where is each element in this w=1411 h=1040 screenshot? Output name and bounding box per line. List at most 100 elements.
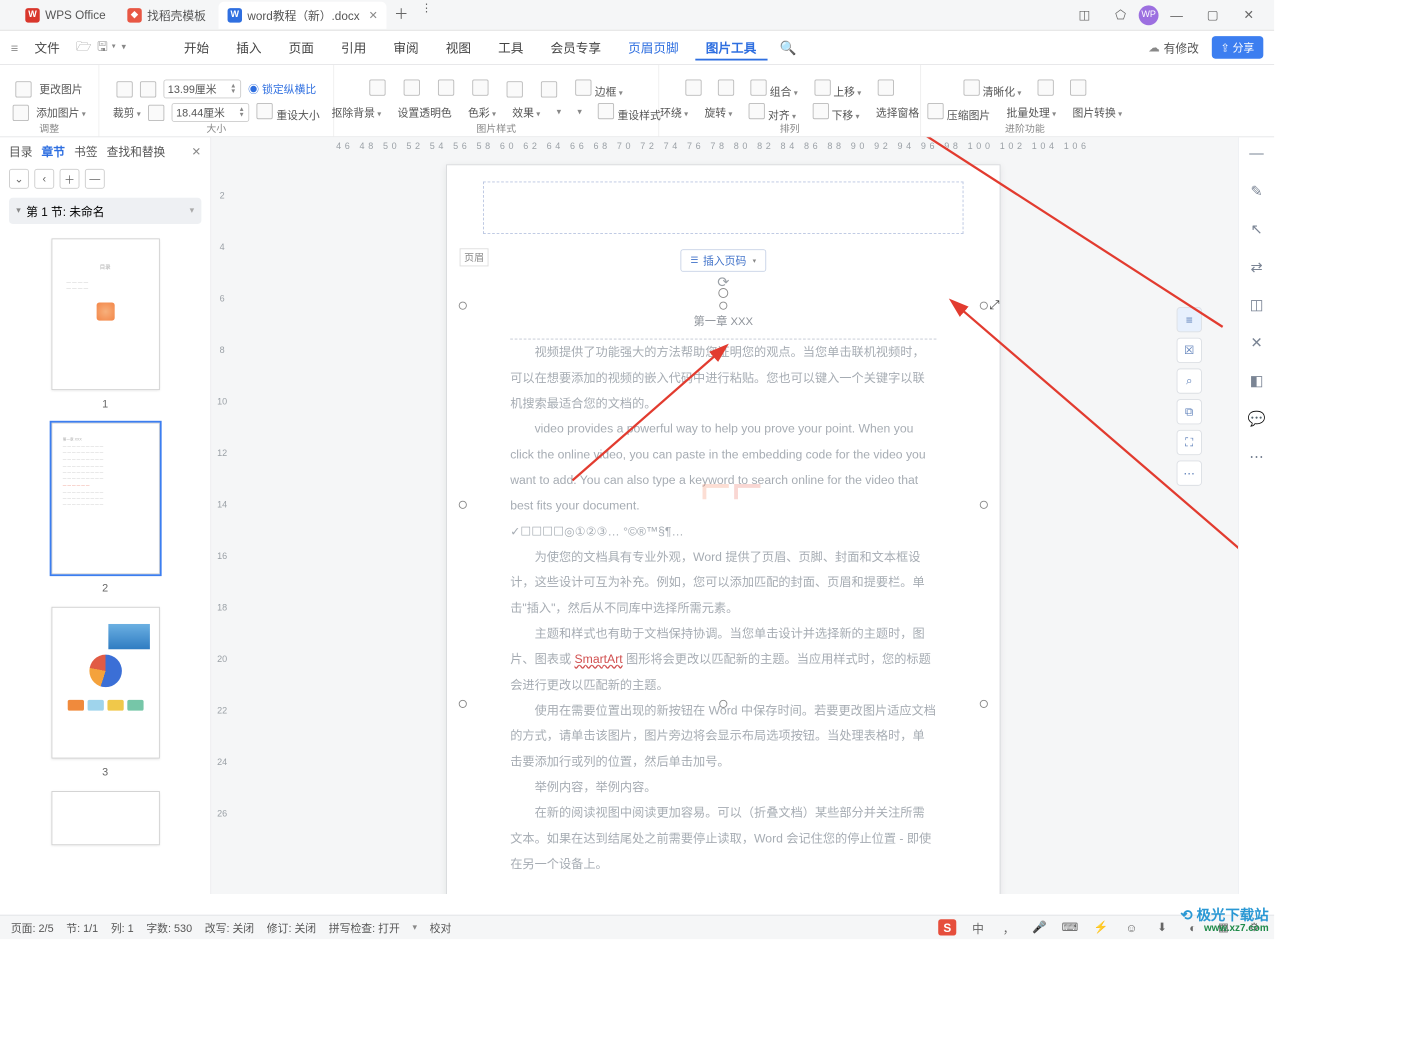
reset-size-button[interactable]: 重设大小 — [256, 102, 319, 122]
bright-dd[interactable]: ▾ — [557, 107, 562, 117]
fbtn-crop[interactable]: ☒ — [1177, 338, 1202, 363]
rs-edit-icon[interactable]: ✎ — [1250, 182, 1262, 200]
lptab-toc[interactable]: 目录 — [9, 143, 32, 160]
header-box[interactable] — [483, 182, 963, 234]
status-overwrite[interactable]: 改写: 关闭 — [205, 920, 254, 935]
open-icon[interactable]: 🗁 — [76, 37, 92, 59]
color-button[interactable] — [438, 79, 454, 98]
emoji-icon[interactable]: ☺ — [1122, 919, 1140, 935]
download-icon[interactable]: ⬇ — [1153, 919, 1171, 935]
crop-button[interactable]: 裁剪 — [113, 105, 141, 120]
wrap-button[interactable] — [685, 79, 701, 98]
handle-e[interactable] — [980, 501, 988, 509]
fbtn-layout[interactable]: ≡ — [1177, 307, 1202, 332]
lang-icon[interactable]: 中 — [969, 919, 987, 935]
status-col[interactable]: 列: 1 — [111, 920, 134, 935]
ruler-vertical[interactable]: 2468101214161820222426 — [211, 155, 233, 894]
tab-add-button[interactable]: ＋ — [390, 1, 412, 28]
clarity-button[interactable]: 清晰化 — [963, 79, 1021, 99]
tab-wps-home[interactable]: W WPS Office — [16, 1, 114, 28]
lp-remove-button[interactable]: — — [85, 169, 105, 189]
avatar[interactable]: WP — [1139, 5, 1159, 25]
status-proof[interactable]: 校对 — [430, 920, 452, 935]
lp-collapse-button[interactable]: ⌄ — [9, 169, 29, 189]
close-button[interactable]: ✕ — [1231, 7, 1267, 22]
handle-s[interactable] — [719, 700, 727, 708]
down-button[interactable]: 下移 — [812, 102, 859, 122]
group-button[interactable]: 组合 — [750, 79, 797, 99]
rs-collapse-icon[interactable]: — — [1249, 146, 1263, 162]
convert-label[interactable]: 图片转换 — [1072, 105, 1122, 120]
status-page[interactable]: 页面: 2/5 — [11, 920, 54, 935]
reset-style-button[interactable]: 重设样式 — [598, 102, 661, 122]
rs-select-icon[interactable]: ↖ — [1250, 220, 1262, 238]
lptab-find[interactable]: 查找和替换 — [107, 143, 166, 160]
resize-diag-icon[interactable]: ⤢ — [990, 297, 1000, 312]
color-label[interactable]: 色彩 — [468, 105, 496, 120]
status-revisions[interactable]: 修订: 关闭 — [267, 920, 316, 935]
rs-swap-icon[interactable]: ⇄ — [1250, 258, 1262, 276]
section-header[interactable]: 第 1 节: 未命名▾ — [9, 198, 201, 224]
effect-button[interactable] — [473, 79, 489, 98]
minimize-button[interactable]: — — [1159, 8, 1195, 22]
file-menu[interactable]: 文件 — [24, 35, 71, 60]
rs-layout-icon[interactable]: ◫ — [1250, 296, 1264, 314]
brightness-icon[interactable] — [507, 81, 523, 97]
status-words[interactable]: 字数: 530 — [146, 920, 192, 935]
menu-ref[interactable]: 引用 — [330, 35, 377, 60]
handle-w[interactable] — [459, 501, 467, 509]
page-canvas[interactable]: 页眉 插入页码 ⟳ ⌐⌐ 第一章 XXX 视频提供了功能强大的方法帮助您证明您的… — [446, 164, 1000, 894]
menu-start[interactable]: 开始 — [173, 35, 220, 60]
remove-bg-button[interactable] — [370, 79, 386, 98]
lock-ratio-checkbox[interactable]: ◉ 锁定纵横比 — [248, 81, 316, 96]
share-button[interactable]: ⇪ 分享 — [1211, 36, 1263, 59]
remove-bg-label[interactable]: 抠除背景 — [332, 105, 382, 120]
cube-icon[interactable]: ⬠ — [1103, 7, 1139, 22]
qat-dropdown-icon[interactable]: ▾ — [121, 42, 126, 52]
ime-icon[interactable]: S — [938, 919, 956, 935]
lp-prev-button[interactable]: ‹ — [34, 169, 54, 189]
shadow-icon[interactable] — [541, 81, 557, 97]
rotate-handle[interactable] — [718, 288, 728, 298]
rotate-label[interactable]: 旋转 — [704, 105, 732, 120]
mic-icon[interactable]: 🎤 — [1030, 919, 1048, 935]
reading-mode-icon[interactable]: ◫ — [1066, 7, 1102, 22]
punct-icon[interactable]: ， — [1000, 919, 1018, 935]
rs-more-icon[interactable]: ⋯ — [1249, 448, 1263, 466]
lptab-chapter[interactable]: 章节 — [42, 143, 65, 160]
rs-panel-icon[interactable]: ◧ — [1250, 372, 1264, 390]
menu-view[interactable]: 视图 — [435, 35, 482, 60]
menu-insert[interactable]: 插入 — [225, 35, 272, 60]
effect-label[interactable]: 效果 — [512, 105, 540, 120]
width-input[interactable]: 13.99厘米▲▼ — [163, 79, 241, 98]
handle-se[interactable] — [980, 700, 988, 708]
convert-button[interactable] — [1070, 79, 1086, 98]
tab-menu-button[interactable]: ⋮ — [416, 1, 438, 28]
keyboard-icon[interactable]: ⌨ — [1061, 919, 1079, 935]
thumb-page-2[interactable]: 第一章 XXX— — — — — — — — —— — — — — — — — … — [51, 423, 159, 575]
pane-button[interactable] — [878, 79, 894, 98]
transparent-label[interactable]: 设置透明色 — [398, 105, 452, 120]
batch-button[interactable] — [1038, 79, 1054, 98]
compress-button[interactable]: 压缩图片 — [928, 102, 991, 122]
lptab-bookmark[interactable]: 书签 — [74, 143, 97, 160]
thumb-page-4[interactable] — [51, 791, 159, 845]
border-button[interactable]: 边框 — [575, 79, 622, 99]
menu-review[interactable]: 审阅 — [382, 35, 429, 60]
maximize-button[interactable]: ▢ — [1195, 7, 1231, 22]
thumb-page-1[interactable]: 目录— — — —— — — — — [51, 238, 159, 390]
fbtn-copy[interactable]: ⧉ — [1177, 399, 1202, 424]
insert-page-number-button[interactable]: 插入页码 — [680, 249, 766, 272]
menu-tools[interactable]: 工具 — [487, 35, 534, 60]
handle-ne[interactable] — [980, 302, 988, 310]
selection-handles[interactable]: ⤢ — [463, 306, 983, 703]
lp-close-icon[interactable]: ✕ — [192, 144, 202, 158]
status-section[interactable]: 节: 1/1 — [66, 920, 98, 935]
thumb-page-3[interactable] — [51, 607, 159, 759]
fbtn-more[interactable]: ⋯ — [1177, 461, 1202, 486]
add-pic-button[interactable]: 添加图片 — [36, 105, 86, 120]
handle-nw[interactable] — [459, 302, 467, 310]
menu-page[interactable]: 页面 — [278, 35, 325, 60]
menu-member[interactable]: 会员专享 — [540, 35, 612, 60]
wrap-label[interactable]: 环绕 — [660, 105, 688, 120]
